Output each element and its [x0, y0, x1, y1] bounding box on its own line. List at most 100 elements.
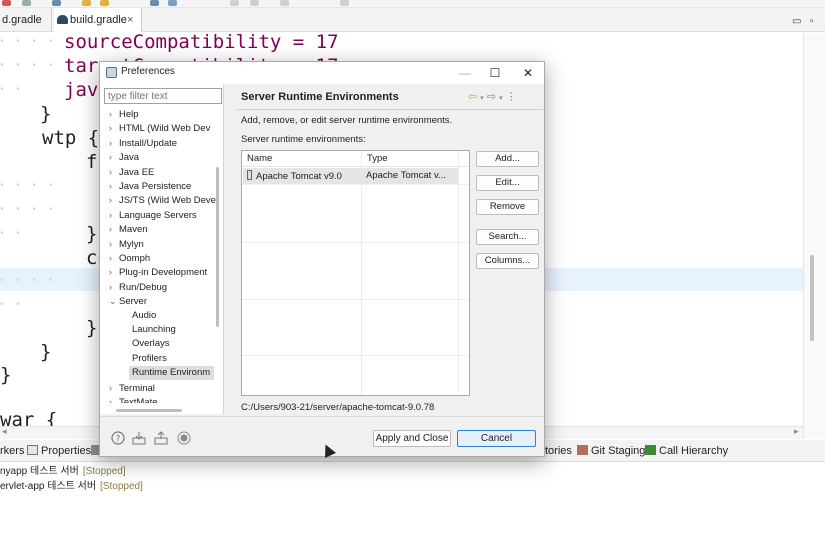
back-icon[interactable]: ⇦: [468, 91, 477, 103]
tree-item[interactable]: ⌄ Server: [109, 294, 147, 308]
tree-item[interactable]: › Oomph: [109, 251, 150, 265]
tree-item[interactable]: › Language Servers: [109, 208, 197, 222]
open-type-icon[interactable]: [100, 0, 109, 6]
edit-button[interactable]: Edit...: [476, 175, 539, 191]
tree-item[interactable]: › TextMate: [109, 395, 158, 403]
chevron-right-icon[interactable]: ›: [109, 136, 119, 150]
row-divider: [242, 299, 469, 300]
tree-item[interactable]: › HTML (Wild Web Dev: [109, 121, 210, 135]
code-line: }: [86, 317, 98, 339]
tree-item[interactable]: › Help: [109, 107, 139, 121]
chevron-right-icon[interactable]: ›: [109, 251, 119, 265]
chevron-right-icon[interactable]: ›: [109, 208, 119, 222]
menu-icon[interactable]: ⋮: [506, 91, 517, 103]
chevron-down-icon[interactable]: ⌄: [109, 294, 119, 308]
tab-call-hierarchy[interactable]: Call Hierarchy: [645, 440, 728, 462]
tree-item[interactable]: Runtime Environm: [129, 366, 215, 381]
search-button[interactable]: Search...: [476, 229, 539, 245]
tree-item[interactable]: Profilers: [129, 352, 167, 366]
tree-item[interactable]: Audio: [129, 309, 156, 323]
open-folder-icon[interactable]: [82, 0, 91, 6]
chevron-right-icon[interactable]: ›: [109, 280, 119, 294]
chevron-right-icon[interactable]: ›: [109, 265, 119, 279]
minimize-icon[interactable]: —: [454, 65, 476, 81]
tree-item[interactable]: › Java EE: [109, 165, 154, 179]
row-divider: [242, 184, 469, 185]
record-icon[interactable]: [177, 431, 191, 445]
tree-item[interactable]: › Run/Debug: [109, 280, 167, 294]
add-button[interactable]: Add...: [476, 151, 539, 167]
export-icon[interactable]: [154, 431, 168, 445]
debug-icon[interactable]: [2, 0, 11, 6]
chevron-right-icon[interactable]: ›: [109, 150, 119, 164]
chevron-right-icon[interactable]: ›: [109, 179, 119, 193]
gradle-elephant-icon: [57, 15, 68, 24]
chevron-right-icon[interactable]: ›: [109, 237, 119, 251]
tree-item[interactable]: Launching: [129, 323, 176, 337]
new-window-icon[interactable]: [340, 0, 349, 6]
chevron-right-icon[interactable]: ›: [109, 395, 119, 403]
scroll-left-icon[interactable]: ◂: [2, 426, 7, 437]
chevron-right-icon[interactable]: ›: [109, 222, 119, 236]
tab-properties[interactable]: Properties: [27, 440, 91, 462]
forward-icon[interactable]: [280, 0, 289, 6]
vertical-scrollbar[interactable]: [803, 33, 825, 439]
chevron-right-icon[interactable]: ›: [109, 107, 119, 121]
task-icon[interactable]: [168, 0, 177, 6]
column-header-name[interactable]: Name: [247, 153, 272, 164]
remove-button[interactable]: Remove: [476, 199, 539, 215]
tree-item[interactable]: › Maven: [109, 222, 148, 236]
save-icon[interactable]: [22, 0, 31, 6]
whitespace-marker: • • • • • •: [0, 275, 58, 310]
tree-item[interactable]: › Java Persistence: [109, 179, 191, 193]
tab-git-staging[interactable]: Git Staging: [577, 440, 645, 462]
forward-icon[interactable]: ⇨: [487, 91, 496, 103]
tab-settings-gradle[interactable]: d.gradle: [0, 8, 52, 32]
code-line: wtp {: [42, 127, 100, 149]
tree-item[interactable]: › Install/Update: [109, 136, 177, 150]
tree-item[interactable]: Overlays: [129, 337, 169, 351]
tree-item[interactable]: › Plug-in Development: [109, 265, 207, 279]
scroll-right-icon[interactable]: ▸: [794, 426, 799, 437]
cancel-button[interactable]: Cancel: [457, 430, 536, 447]
column-header-type[interactable]: Type: [367, 153, 388, 164]
tab-build-gradle[interactable]: build.gradle ×: [54, 8, 142, 32]
import-icon[interactable]: [132, 431, 146, 445]
chevron-right-icon[interactable]: ›: [109, 121, 119, 135]
back-icon[interactable]: [250, 0, 259, 6]
dialog-title-bar[interactable]: Preferences — ☐ ✕: [100, 62, 544, 84]
tree-item[interactable]: › JS/TS (Wild Web Deve: [109, 193, 216, 207]
chevron-down-icon[interactable]: ▾: [480, 95, 484, 102]
close-icon[interactable]: ✕: [517, 65, 539, 81]
tab-markers[interactable]: rkers: [0, 440, 24, 462]
close-tab-icon[interactable]: ×: [127, 8, 133, 32]
runtime-path: C:/Users/903-21/server/apache-tomcat-9.0…: [241, 402, 435, 413]
scrollbar-thumb[interactable]: [810, 255, 814, 341]
tree-hscrollbar-thumb[interactable]: [116, 409, 182, 412]
minimize-editor-icon[interactable]: ▭: [792, 16, 801, 27]
server-item[interactable]: nyapp 테스트 서버 [Stopped]: [0, 462, 126, 477]
apply-and-close-button[interactable]: Apply and Close: [373, 430, 451, 447]
filter-input[interactable]: [104, 88, 222, 104]
profile-icon[interactable]: [52, 0, 61, 6]
chevron-down-icon[interactable]: ▾: [499, 95, 503, 102]
search-icon[interactable]: [150, 0, 159, 6]
maximize-icon[interactable]: ☐: [484, 65, 506, 81]
prev-edit-icon[interactable]: [230, 0, 239, 6]
tree-scrollbar-thumb[interactable]: [216, 167, 219, 327]
tree-item-label: Mylyn: [119, 238, 144, 250]
runtime-table[interactable]: Name Type Apache Tomcat v9.0 Apache Tomc…: [241, 150, 470, 396]
server-item[interactable]: ervlet-app 테스트 서버 [Stopped]: [0, 477, 143, 492]
tree-item[interactable]: › Terminal: [109, 381, 155, 395]
chevron-right-icon[interactable]: ›: [109, 165, 119, 179]
tree-item[interactable]: › Mylyn: [109, 237, 144, 251]
chevron-right-icon[interactable]: ›: [109, 193, 119, 207]
maximize-editor-icon[interactable]: ▫: [810, 16, 814, 27]
page-description: Add, remove, or edit server runtime envi…: [241, 115, 453, 126]
chevron-right-icon[interactable]: ›: [109, 381, 119, 395]
tree-item[interactable]: › Java: [109, 150, 139, 164]
tab-repositories[interactable]: tories: [545, 440, 572, 462]
help-icon[interactable]: ?: [111, 431, 125, 445]
table-row[interactable]: Apache Tomcat v9.0 Apache Tomcat v...: [243, 168, 458, 184]
columns-button[interactable]: Columns...: [476, 253, 539, 269]
